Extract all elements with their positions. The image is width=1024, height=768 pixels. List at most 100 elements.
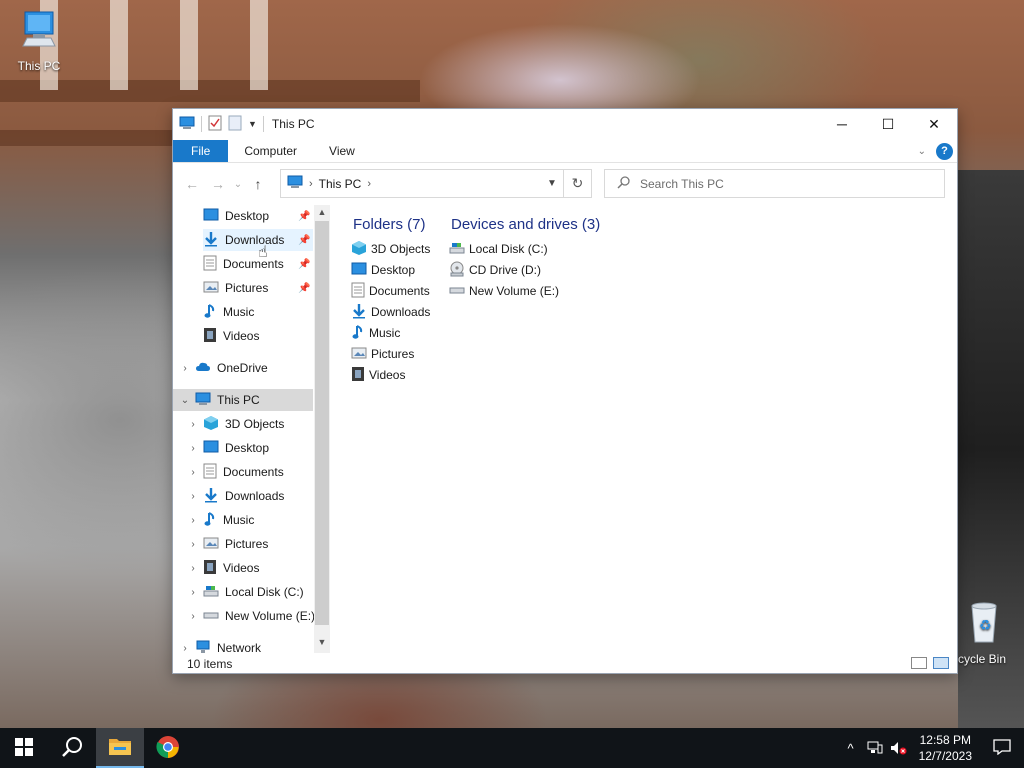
address-dropdown-icon[interactable]: ▼ [541,178,563,189]
desktop-icon-recycle-bin[interactable]: ♻ cycle Bin [948,600,1024,666]
this-pc-icon [287,175,303,192]
search-box[interactable]: Search This PC [604,169,945,198]
drives-group-title[interactable]: Devices and drives (3) [451,216,600,233]
desktop-icon [203,208,219,225]
start-button[interactable] [0,728,48,768]
taskbar: ^ 12:58 PM 12/7/2023 [0,728,1024,768]
folder-item-documents[interactable]: Documents [351,281,430,301]
refresh-button[interactable]: ↻ [563,170,591,197]
pin-icon[interactable]: 📌 [298,283,310,294]
expand-icon[interactable]: › [187,539,199,550]
drive-item-new-volume[interactable]: New Volume (E:) [449,281,559,301]
3d-objects-icon [203,415,219,434]
nav-item-3d-objects[interactable]: › 3D Objects [187,413,284,435]
windows-logo-icon [15,737,33,759]
details-view-button[interactable] [911,657,927,669]
nav-item-videos[interactable]: › Videos [187,557,259,579]
folder-label: Pictures [371,347,415,361]
drive-icon [203,609,219,623]
breadcrumb-separator[interactable]: › [309,178,313,190]
tab-view[interactable]: View [313,140,371,162]
new-folder-icon[interactable] [228,115,242,134]
folder-item-desktop[interactable]: Desktop [351,260,415,280]
recent-locations-button[interactable]: ⌄ [231,171,245,197]
folder-item-videos[interactable]: Videos [351,365,405,385]
maximize-button[interactable]: ☐ [865,109,911,139]
expand-icon[interactable]: › [187,611,199,622]
close-button[interactable]: ✕ [911,109,957,139]
nav-item-music[interactable]: Music [203,301,313,323]
nav-item-desktop[interactable]: › Desktop [187,437,269,459]
nav-item-desktop[interactable]: Desktop 📌 [203,205,313,227]
expand-icon[interactable]: › [179,363,191,374]
expand-icon[interactable]: › [187,563,199,574]
folder-item-music[interactable]: Music [351,323,400,343]
pin-icon[interactable]: 📌 [298,259,310,270]
nav-item-pictures[interactable]: › Pictures [187,533,268,555]
show-hidden-icons-button[interactable]: ^ [839,741,863,756]
nav-item-onedrive[interactable]: › OneDrive [179,357,313,379]
pin-icon[interactable]: 📌 [298,235,310,246]
expand-ribbon-icon[interactable]: ⌄ [918,146,926,157]
breadcrumb-this-pc[interactable]: This PC [319,177,362,191]
desktop-icon-this-pc[interactable]: This PC [1,10,77,73]
folder-item-3d-objects[interactable]: 3D Objects [351,239,430,259]
help-button[interactable]: ? [936,142,953,160]
navigation-pane-scrollbar[interactable]: ▲ ▼ [314,205,330,653]
taskbar-chrome[interactable] [144,728,192,768]
status-bar: 10 items [173,653,957,675]
nav-item-this-pc[interactable]: ⌄ This PC [173,389,313,411]
expand-icon[interactable]: › [187,587,199,598]
properties-icon[interactable] [208,115,222,134]
title-bar[interactable]: ▼ This PC ─ ☐ ✕ [173,109,957,139]
nav-item-label: This PC [217,393,260,407]
nav-item-label: Music [223,305,255,319]
expand-icon[interactable]: › [179,643,191,654]
drive-item-local-disk[interactable]: Local Disk (C:) [449,239,548,259]
nav-item-downloads[interactable]: › Downloads [187,485,284,507]
clock[interactable]: 12:58 PM 12/7/2023 [911,732,980,764]
drive-item-cd-drive[interactable]: CD Drive (D:) [449,260,541,280]
tab-file[interactable]: File [173,140,229,162]
breadcrumb-separator[interactable]: › [367,178,371,190]
address-bar[interactable]: › This PC › ▼ ↻ [280,169,592,198]
customize-toolbar-icon[interactable]: ▼ [248,119,257,129]
forward-button[interactable]: → [205,171,231,197]
large-icons-view-button[interactable] [933,657,949,669]
search-button[interactable] [48,728,96,768]
clock-time: 12:58 PM [919,733,971,747]
scrollbar-thumb[interactable] [315,221,329,625]
up-button[interactable]: ↑ [245,171,271,197]
svg-text:♻: ♻ [979,618,992,634]
taskbar-file-explorer[interactable] [96,728,144,768]
tab-computer[interactable]: Computer [228,140,313,162]
action-center-button[interactable] [980,738,1024,758]
scroll-down-icon[interactable]: ▼ [314,637,330,651]
expand-icon[interactable]: › [187,419,199,430]
network-status-icon[interactable] [863,741,887,755]
scroll-up-icon[interactable]: ▲ [314,207,330,221]
back-button[interactable]: ← [179,171,205,197]
nav-item-pictures[interactable]: Pictures 📌 [203,277,313,299]
collapse-icon[interactable]: ⌄ [179,395,191,406]
expand-icon[interactable]: › [187,515,199,526]
nav-item-network[interactable]: › Network [179,637,261,653]
nav-item-music[interactable]: › Music [187,509,254,531]
pin-icon[interactable]: 📌 [298,211,310,222]
folder-item-downloads[interactable]: Downloads [351,302,430,322]
nav-item-new-volume[interactable]: › New Volume (E:) [187,605,315,627]
downloads-icon [203,231,219,250]
drive-label: CD Drive (D:) [469,263,541,277]
folders-group-title[interactable]: Folders (7) [353,216,426,233]
nav-item-videos[interactable]: Videos [203,325,313,347]
search-input[interactable]: Search This PC [640,177,724,191]
expand-icon[interactable]: › [187,467,199,478]
expand-icon[interactable]: › [187,443,199,454]
expand-icon[interactable]: › [187,491,199,502]
nav-item-documents[interactable]: › Documents [187,461,284,483]
volume-muted-icon[interactable] [887,741,911,755]
divider [201,116,202,132]
folder-item-pictures[interactable]: Pictures [351,344,414,364]
minimize-button[interactable]: ─ [819,109,865,139]
nav-item-local-disk[interactable]: › Local Disk (C:) [187,581,303,603]
